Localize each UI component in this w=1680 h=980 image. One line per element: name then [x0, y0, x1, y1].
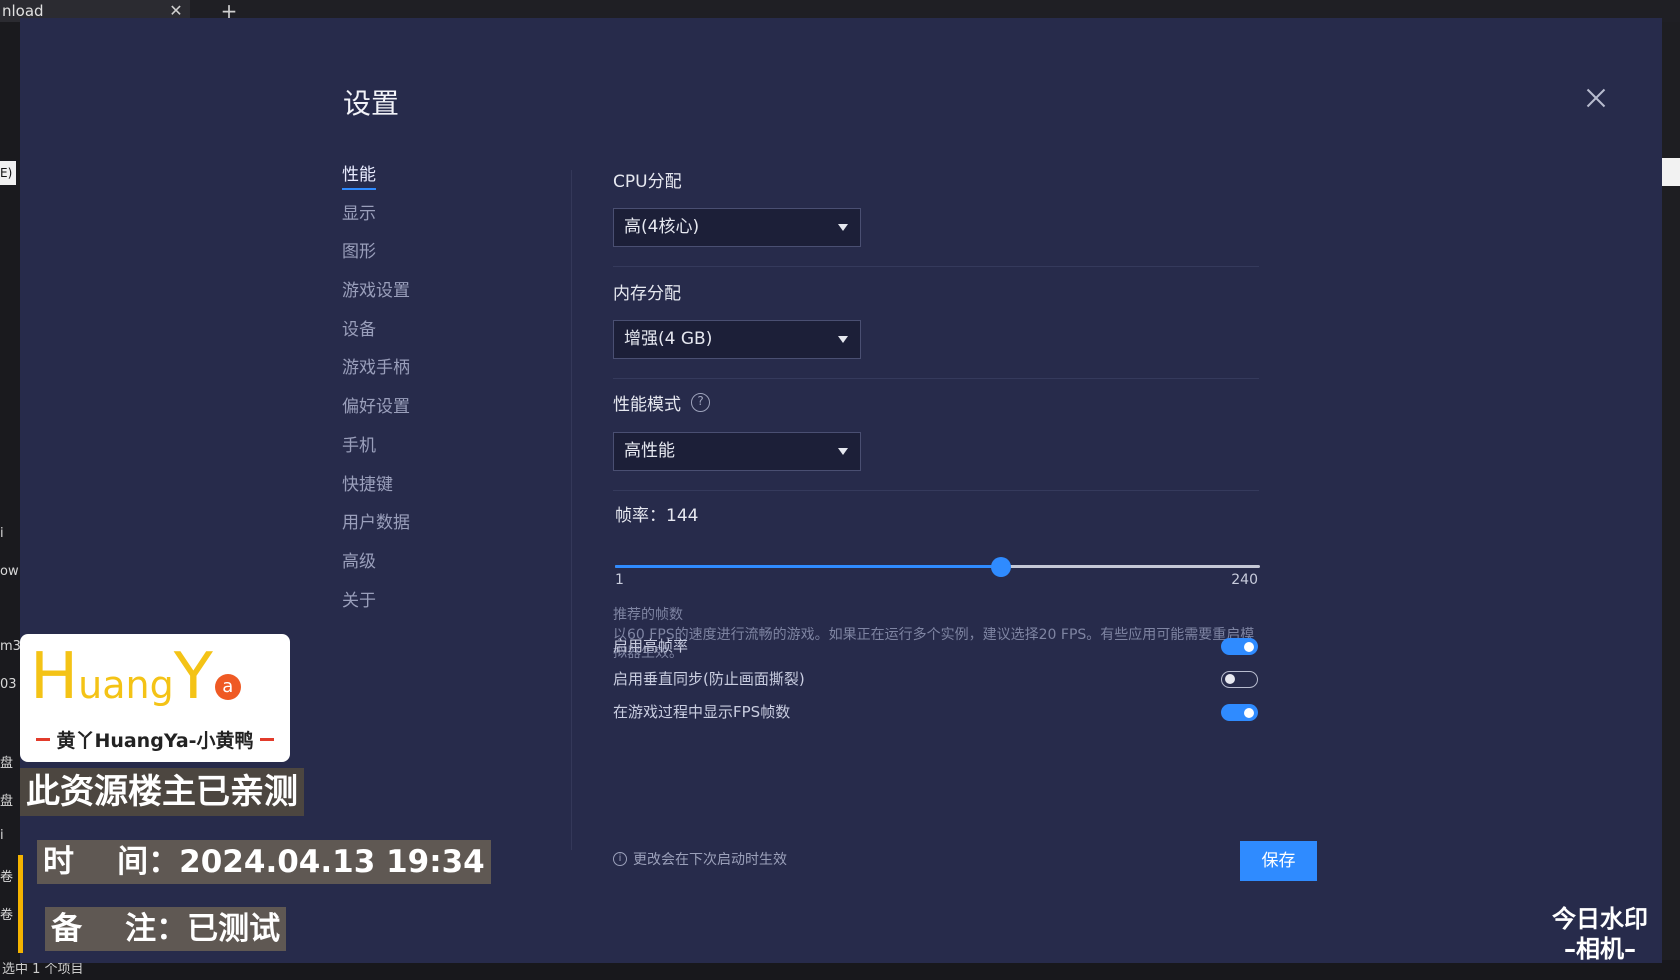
- save-button[interactable]: 保存: [1240, 841, 1317, 881]
- restart-note: i 更改会在下次启动时生效: [613, 849, 787, 869]
- nav-item-label: 关于: [342, 590, 376, 611]
- bg-fragment-box: E): [0, 161, 16, 185]
- screen: nload ✕ + i ow m3 03 盘 盘 i 卷 卷 E) 选中 1 个…: [0, 0, 1680, 980]
- toggle-label: 启用高帧率: [613, 637, 689, 655]
- logo-letter-y: Y: [173, 640, 213, 714]
- toggle-row-vsync: 启用垂直同步(防止画面撕裂): [613, 667, 1261, 691]
- cpu-select[interactable]: 高(4核心): [613, 208, 861, 247]
- fps-slider-fill: [615, 565, 1001, 568]
- nav-item[interactable]: 游戏手柄: [342, 353, 522, 392]
- logo-subtitle: 黄丫HuangYa-小黄鸭: [20, 726, 290, 753]
- toggle-row-high-fps: 启用高帧率: [613, 634, 1261, 658]
- nav-item-label: 用户数据: [342, 513, 410, 534]
- fps-max-label: 240: [1231, 572, 1258, 588]
- toggle-label: 启用垂直同步(防止画面撕裂): [613, 670, 805, 688]
- nav-item[interactable]: 性能: [342, 160, 522, 199]
- nav-item[interactable]: 图形: [342, 237, 522, 276]
- nav-item-label: 高级: [342, 551, 376, 572]
- nav-item[interactable]: 游戏设置: [342, 276, 522, 315]
- watermark-tested-tag: 此资源楼主已亲测: [20, 768, 304, 816]
- restart-note-text: 更改会在下次启动时生效: [633, 852, 787, 868]
- logo-dot: a: [214, 674, 241, 700]
- settings-nav: 性能显示图形游戏设置设备游戏手柄偏好设置手机快捷键用户数据高级关于: [342, 160, 522, 624]
- memory-select[interactable]: 增强(4 GB): [613, 320, 861, 359]
- section-divider: [613, 266, 1259, 267]
- chevron-down-icon: [838, 336, 848, 343]
- dialog-title: 设置: [343, 87, 400, 120]
- watermark-brand: 今日水印 –相机–: [1540, 904, 1660, 964]
- toggle-row-show-fps: 在游戏过程中显示FPS帧数: [613, 700, 1261, 724]
- cpu-label: CPU分配: [613, 172, 682, 192]
- watermark-brand-line1: 今日水印: [1552, 905, 1648, 933]
- toggle-knob: [1225, 674, 1235, 684]
- section-divider: [613, 490, 1259, 491]
- watermark-bar: [18, 855, 23, 953]
- logo-dash: [259, 738, 274, 741]
- toggle-knob: [1244, 641, 1254, 652]
- nav-item[interactable]: 手机: [342, 431, 522, 470]
- logo-wordmark: HuangY a: [30, 640, 280, 720]
- watermark-logo: HuangY a 黄丫HuangYa-小黄鸭: [20, 634, 290, 762]
- nav-item[interactable]: 快捷键: [342, 470, 522, 509]
- bg-fragment: m3: [0, 639, 21, 654]
- watermark-time: 时 间：2024.04.13 19:34: [37, 840, 491, 884]
- background-scroll-thumb: [1662, 158, 1680, 186]
- show-fps-toggle[interactable]: [1221, 704, 1258, 721]
- memory-label: 内存分配: [613, 284, 681, 304]
- bg-fragment: 盘: [0, 794, 14, 809]
- nav-item-label: 显示: [342, 203, 376, 224]
- high-fps-toggle[interactable]: [1221, 638, 1258, 655]
- perf-mode-label-text: 性能模式: [613, 395, 681, 415]
- cpu-select-value: 高(4核心): [624, 217, 700, 237]
- nav-item[interactable]: 显示: [342, 199, 522, 238]
- logo-subtitle-text: 黄丫HuangYa-小黄鸭: [56, 730, 254, 752]
- watermark-note: 备 注：已测试: [45, 907, 287, 951]
- nav-divider: [571, 170, 572, 850]
- logo-text: uang: [78, 663, 174, 707]
- fps-slider-thumb[interactable]: [990, 557, 1011, 577]
- nav-item-label: 图形: [342, 242, 376, 263]
- nav-item[interactable]: 高级: [342, 547, 522, 586]
- bg-fragment: i: [0, 526, 4, 541]
- bg-fragment: 盘: [0, 756, 14, 771]
- fps-label: 帧率：144: [615, 506, 699, 526]
- bg-fragment: 卷: [0, 870, 14, 885]
- chevron-down-icon: [838, 448, 848, 455]
- perf-mode-label: 性能模式 ?: [613, 390, 710, 415]
- nav-item-label: 游戏手柄: [342, 358, 410, 379]
- bg-fragment: 卷: [0, 908, 14, 923]
- bg-fragment: ow: [0, 564, 19, 579]
- explorer-status-bar: 选中 1 个项目: [0, 960, 1680, 980]
- nav-item-label: 快捷键: [342, 474, 393, 495]
- close-icon[interactable]: [1582, 84, 1610, 112]
- logo-dash: [36, 738, 51, 741]
- nav-item-label: 游戏设置: [342, 281, 410, 302]
- watermark-brand-line2: –相机–: [1564, 935, 1636, 963]
- perf-mode-select-value: 高性能: [624, 441, 675, 461]
- bg-fragment: 03: [0, 677, 17, 692]
- help-icon[interactable]: ?: [691, 393, 710, 412]
- section-divider: [613, 378, 1259, 379]
- vsync-toggle[interactable]: [1221, 671, 1258, 688]
- nav-item-label: 设备: [342, 319, 376, 340]
- toggle-knob: [1244, 707, 1254, 718]
- nav-item-label: 偏好设置: [342, 397, 410, 418]
- toggle-label: 在游戏过程中显示FPS帧数: [613, 703, 791, 721]
- logo-letter-h: H: [30, 640, 79, 714]
- nav-item[interactable]: 用户数据: [342, 508, 522, 547]
- memory-select-value: 增强(4 GB): [624, 329, 713, 349]
- nav-item-label: 性能: [342, 162, 376, 190]
- chevron-down-icon: [838, 224, 848, 231]
- bg-fragment: i: [0, 828, 4, 843]
- perf-mode-select[interactable]: 高性能: [613, 432, 861, 471]
- recommend-title: 推荐的帧数: [613, 607, 683, 623]
- nav-item[interactable]: 偏好设置: [342, 392, 522, 431]
- fps-min-label: 1: [615, 572, 624, 588]
- nav-item-label: 手机: [342, 435, 376, 456]
- nav-item[interactable]: 设备: [342, 315, 522, 354]
- nav-item[interactable]: 关于: [342, 586, 522, 625]
- fps-slider[interactable]: [615, 555, 1260, 579]
- info-icon: i: [613, 852, 627, 866]
